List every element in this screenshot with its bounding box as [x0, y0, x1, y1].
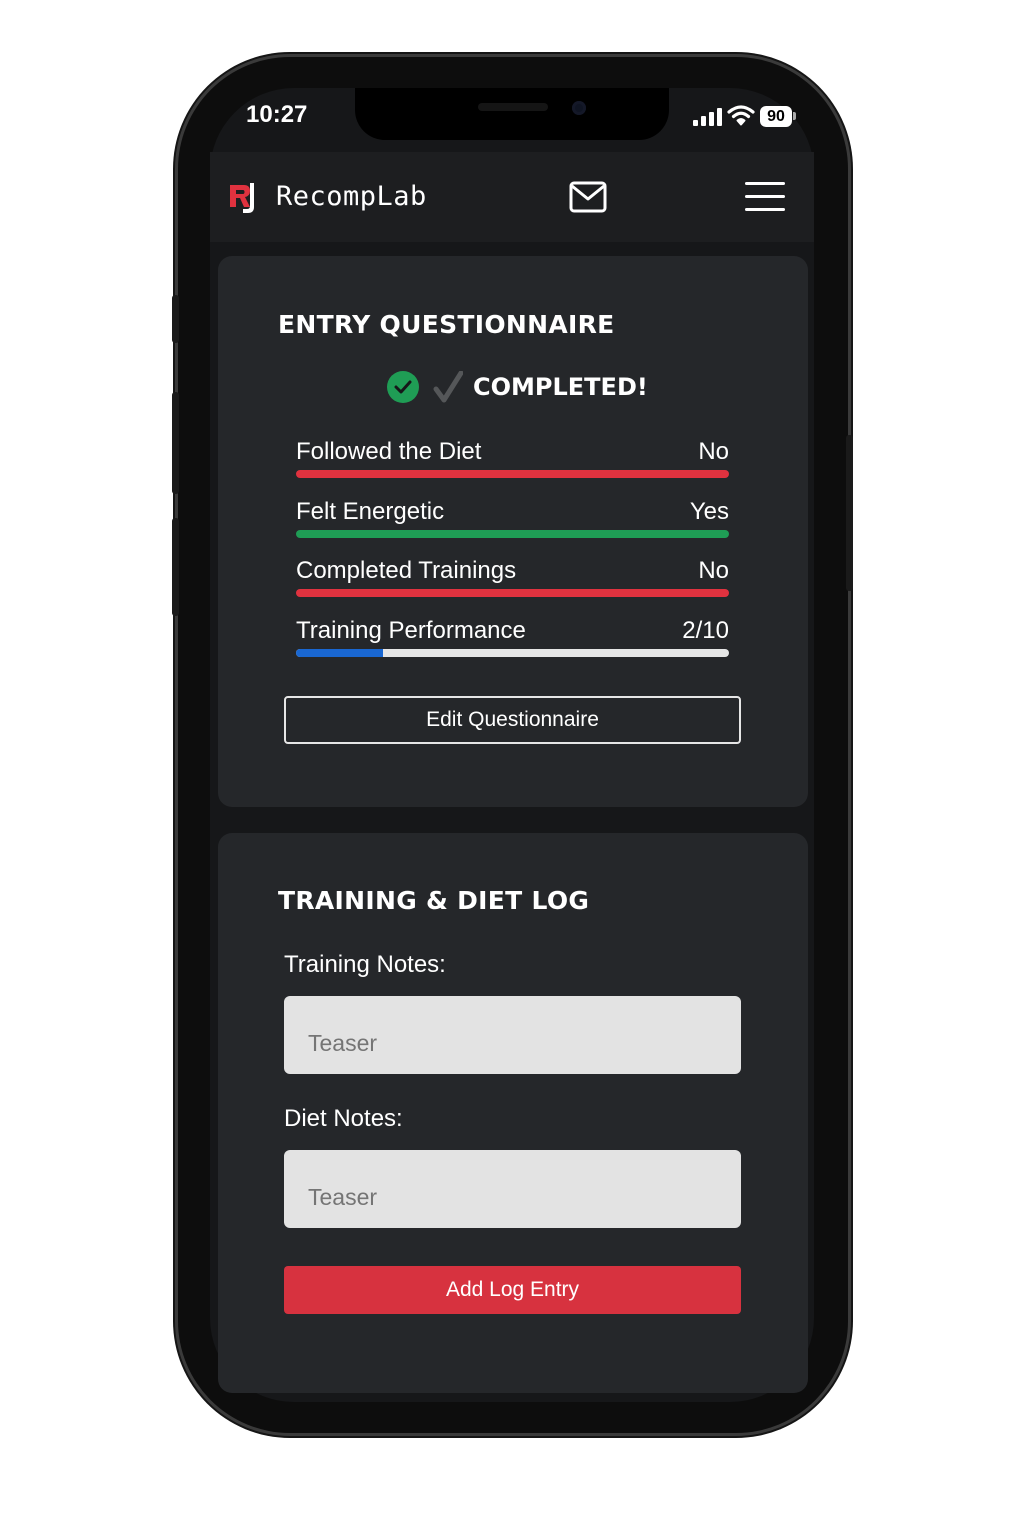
wifi-icon — [727, 105, 755, 126]
phone-side-button — [172, 295, 179, 343]
diet-notes-label: Diet Notes: — [284, 1105, 403, 1132]
log-title: TRAINING & DIET LOG — [278, 886, 590, 915]
speaker — [478, 103, 548, 111]
item-bar — [296, 470, 729, 478]
item-label: Training Performance — [296, 617, 526, 644]
item-value: Yes — [689, 498, 729, 525]
checkmark-icon — [433, 371, 463, 403]
training-notes-label: Training Notes: — [284, 951, 446, 978]
diet-notes-input[interactable] — [284, 1150, 741, 1228]
item-value: No — [698, 557, 729, 584]
signal-icon — [693, 108, 723, 126]
add-log-entry-button[interactable]: Add Log Entry — [284, 1266, 741, 1314]
check-circle-icon — [387, 371, 419, 403]
mail-icon[interactable] — [569, 181, 607, 213]
completed-label: COMPLETED! — [473, 373, 648, 401]
edit-questionnaire-button[interactable]: Edit Questionnaire — [284, 696, 741, 744]
questionnaire-title: ENTRY QUESTIONNAIRE — [278, 310, 615, 339]
training-notes-input[interactable] — [284, 996, 741, 1074]
logo-icon — [230, 183, 254, 213]
brand-name[interactable]: RecompLab — [276, 181, 427, 212]
item-bar — [296, 589, 729, 597]
item-label: Followed the Diet — [296, 438, 482, 465]
phone-side-button — [846, 435, 853, 591]
status-time: 10:27 — [246, 101, 308, 128]
performance-progress-bar — [296, 649, 729, 657]
phone-side-button — [172, 392, 179, 494]
hamburger-menu-icon[interactable] — [745, 181, 785, 213]
item-bar — [296, 530, 729, 538]
item-value: 2/10 — [682, 617, 729, 644]
item-label: Completed Trainings — [296, 557, 517, 584]
notch — [355, 88, 669, 140]
battery-tip — [793, 112, 796, 120]
phone-side-button — [172, 518, 179, 616]
item-label: Felt Energetic — [296, 498, 445, 525]
battery-icon: 90 — [760, 106, 792, 127]
performance-progress-fill — [296, 649, 383, 657]
item-value: No — [698, 438, 729, 465]
completed-status: COMPLETED! — [387, 370, 648, 404]
camera — [572, 101, 586, 115]
